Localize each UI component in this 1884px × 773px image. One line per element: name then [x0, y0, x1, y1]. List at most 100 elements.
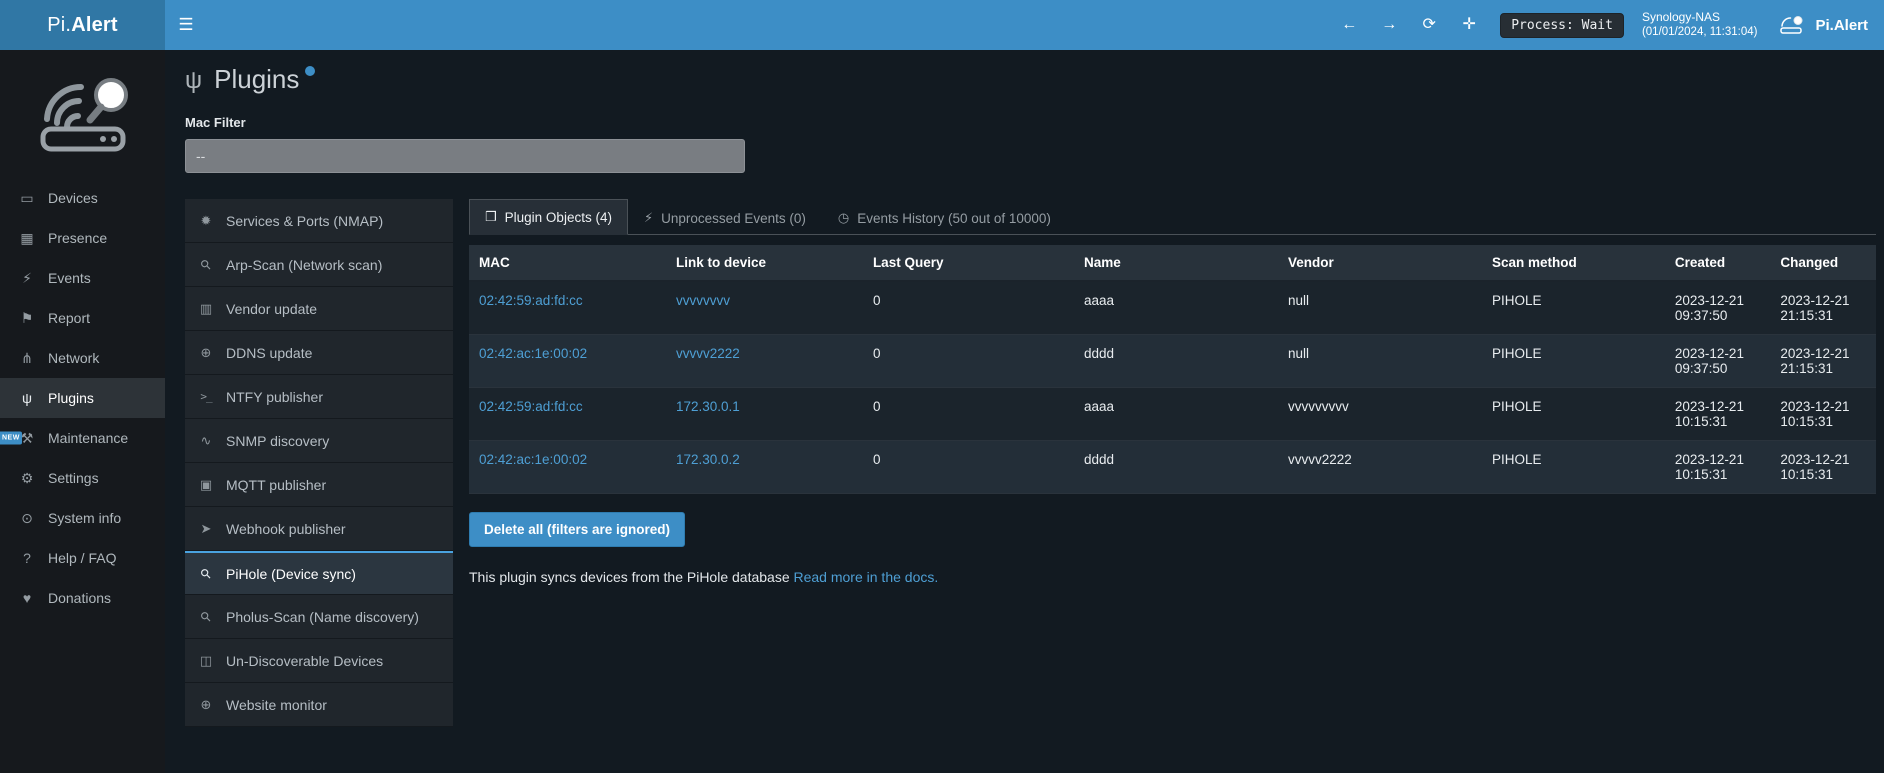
refresh-button[interactable]: ⟳	[1414, 0, 1444, 50]
plugin-item-pihole-device-sync[interactable]: ⚲ PiHole (Device sync)	[185, 551, 453, 595]
plugin-item-vendor-update[interactable]: ▥ Vendor update	[185, 287, 453, 331]
sidebar-item-label: Report	[48, 310, 90, 326]
scan-method-cell: PIHOLE	[1482, 388, 1665, 441]
tab-unprocessed-events[interactable]: ⚡ Unprocessed Events (0)	[628, 200, 822, 235]
plugin-list: ✹ Services & Ports (NMAP) ⚲ Arp-Scan (Ne…	[185, 199, 453, 727]
created-cell: 2023-12-21 09:37:50	[1665, 335, 1771, 388]
sidebar-item-settings[interactable]: ⚙ Settings	[0, 458, 165, 498]
created-cell: 2023-12-21 09:37:50	[1665, 281, 1771, 335]
plugin-objects-icon: ❒	[485, 209, 497, 225]
donations-icon: ♥	[18, 590, 36, 606]
sidebar-item-maintenance[interactable]: NEW ⚒ Maintenance	[0, 418, 165, 458]
plugin-item-label: SNMP discovery	[226, 433, 329, 449]
sidebar-item-presence[interactable]: ▦ Presence	[0, 218, 165, 258]
plugin-item-webhook-publisher[interactable]: ➤ Webhook publisher	[185, 507, 453, 551]
tab-plugin-objects[interactable]: ❒ Plugin Objects (4)	[469, 199, 628, 235]
host-name: Synology-NAS	[1642, 10, 1758, 26]
col-created: Created	[1665, 245, 1771, 281]
docs-link[interactable]: Read more in the docs.	[794, 569, 939, 585]
plugin-item-label: Pholus-Scan (Name discovery)	[226, 609, 419, 625]
sidebar-item-events[interactable]: ⚡ Events	[0, 258, 165, 298]
mac-link[interactable]: 02:42:ac:1e:00:02	[479, 452, 587, 467]
ntfy-terminal-icon: >_	[197, 390, 215, 403]
plugin-item-pholus-scan[interactable]: ⚲ Pholus-Scan (Name discovery)	[185, 595, 453, 639]
plugin-item-label: Arp-Scan (Network scan)	[226, 257, 382, 273]
ddns-globe-icon: ⊕	[197, 345, 215, 361]
presence-icon: ▦	[18, 230, 36, 247]
plugin-item-arp-scan[interactable]: ⚲ Arp-Scan (Network scan)	[185, 243, 453, 287]
plugin-item-website-monitor[interactable]: ⊕ Website monitor	[185, 683, 453, 727]
sidebar-item-label: Maintenance	[48, 430, 128, 446]
topbar: Pi.Alert ☰ ← → ⟳ ✛ Process: Wait Synolog…	[0, 0, 1884, 50]
sidebar-item-donations[interactable]: ♥ Donations	[0, 578, 165, 618]
sidebar-item-label: System info	[48, 510, 121, 526]
sidebar-item-system-info[interactable]: ⊙ System info	[0, 498, 165, 538]
last-query-cell: 0	[863, 441, 1074, 494]
help-icon: ?	[18, 550, 36, 566]
topbar-actions: ← → ⟳ ✛ Process: Wait Synology-NAS (01/0…	[1334, 0, 1884, 50]
sidebar-toggle-button[interactable]: ☰	[167, 0, 205, 50]
device-link[interactable]: vvvvvvvv	[676, 293, 730, 308]
events-history-clock-icon: ◷	[838, 210, 849, 226]
table-header-row: MAC Link to device Last Query Name Vendo…	[469, 245, 1876, 281]
col-last-query: Last Query	[863, 245, 1074, 281]
brand-logo[interactable]: Pi.Alert	[0, 0, 165, 50]
snmp-icon: ∿	[197, 433, 215, 449]
vendor-cell: vvvvvvvvv	[1278, 388, 1482, 441]
tab-events-history[interactable]: ◷ Events History (50 out of 10000)	[822, 200, 1067, 235]
forward-button[interactable]: →	[1374, 0, 1404, 50]
device-link[interactable]: 172.30.0.1	[676, 399, 740, 414]
plugin-item-ntfy-publisher[interactable]: >_ NTFY publisher	[185, 375, 453, 419]
sidebar-item-plugins[interactable]: ψ Plugins	[0, 378, 165, 418]
plugin-item-label: NTFY publisher	[226, 389, 323, 405]
arp-scan-search-icon: ⚲	[194, 252, 218, 276]
sidebar-item-network[interactable]: ⋔ Network	[0, 338, 165, 378]
host-timestamp: (01/01/2024, 11:31:04)	[1642, 25, 1758, 40]
last-query-cell: 0	[863, 335, 1074, 388]
plugin-item-nmap[interactable]: ✹ Services & Ports (NMAP)	[185, 199, 453, 243]
changed-cell: 2023-12-21 10:15:31	[1770, 388, 1876, 441]
device-link[interactable]: vvvvv2222	[676, 346, 740, 361]
report-icon: ⚑	[18, 310, 36, 327]
plugin-item-snmp-discovery[interactable]: ∿ SNMP discovery	[185, 419, 453, 463]
workspace: ✹ Services & Ports (NMAP) ⚲ Arp-Scan (Ne…	[185, 199, 1876, 727]
move-icon: ✛	[1463, 16, 1476, 33]
website-monitor-icon: ⊕	[197, 697, 215, 713]
mac-filter-block: Mac Filter	[185, 115, 1876, 173]
mqtt-icon: ▣	[197, 477, 215, 493]
mac-link[interactable]: 02:42:59:ad:fd:cc	[479, 293, 583, 308]
app-name: Pi.Alert	[1815, 17, 1868, 34]
pialert-logo-icon	[1777, 14, 1805, 36]
sidebar-item-devices[interactable]: ▭ Devices	[0, 178, 165, 218]
devices-icon: ▭	[18, 190, 36, 207]
changed-cell: 2023-12-21 21:15:31	[1770, 281, 1876, 335]
back-icon: ←	[1341, 16, 1357, 33]
back-button[interactable]: ←	[1334, 0, 1364, 50]
sidebar-item-label: Settings	[48, 470, 99, 486]
forward-icon: →	[1381, 16, 1397, 33]
plugin-item-label: Vendor update	[226, 301, 317, 317]
sidebar-item-label: Plugins	[48, 390, 94, 406]
mac-filter-input[interactable]	[185, 139, 745, 173]
vendor-cell: null	[1278, 281, 1482, 335]
move-button[interactable]: ✛	[1454, 0, 1484, 50]
table-row: 02:42:59:ad:fd:cc vvvvvvvv 0 aaaa null P…	[469, 281, 1876, 335]
plugin-item-undiscoverable-devices[interactable]: ◫ Un-Discoverable Devices	[185, 639, 453, 683]
changed-cell: 2023-12-21 21:15:31	[1770, 335, 1876, 388]
mac-link[interactable]: 02:42:59:ad:fd:cc	[479, 399, 583, 414]
delete-all-button[interactable]: Delete all (filters are ignored)	[469, 512, 685, 547]
last-query-cell: 0	[863, 281, 1074, 335]
system-info-icon: ⊙	[18, 510, 36, 527]
plugin-item-ddns-update[interactable]: ⊕ DDNS update	[185, 331, 453, 375]
device-link[interactable]: 172.30.0.2	[676, 452, 740, 467]
tab-bar: ❒ Plugin Objects (4) ⚡ Unprocessed Event…	[469, 199, 1876, 235]
plugin-item-label: MQTT publisher	[226, 477, 326, 493]
sidebar-item-help-faq[interactable]: ? Help / FAQ	[0, 538, 165, 578]
sidebar-menu: ▭ Devices ▦ Presence ⚡ Events ⚑ Report ⋔…	[0, 178, 165, 618]
mac-link[interactable]: 02:42:ac:1e:00:02	[479, 346, 587, 361]
sidebar-item-report[interactable]: ⚑ Report	[0, 298, 165, 338]
plugin-objects-table: MAC Link to device Last Query Name Vendo…	[469, 245, 1876, 494]
col-changed: Changed	[1770, 245, 1876, 281]
process-status-badge: Process: Wait	[1500, 13, 1624, 38]
plugin-item-mqtt-publisher[interactable]: ▣ MQTT publisher	[185, 463, 453, 507]
